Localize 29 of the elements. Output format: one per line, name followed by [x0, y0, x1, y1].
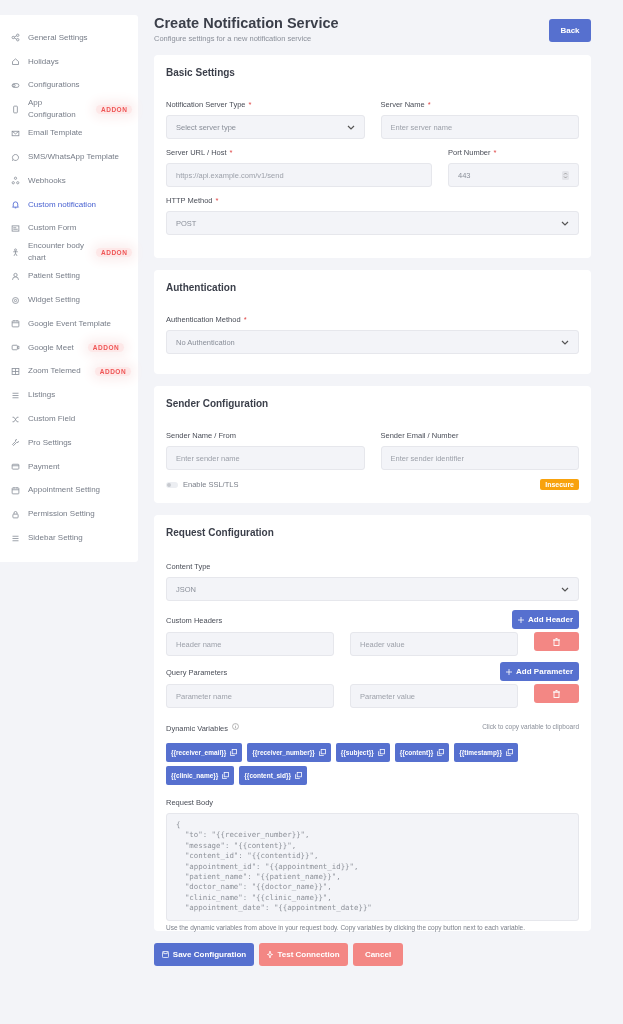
section-title: Sender Configuration: [166, 398, 270, 409]
sidebar-item[interactable]: Google Event Template: [0, 311, 138, 336]
add-header-button[interactable]: Add Header: [512, 610, 579, 629]
sidebar-item[interactable]: Email Template: [0, 121, 138, 146]
sidebar-item[interactable]: Permission Setting: [0, 502, 138, 527]
sidebar-item[interactable]: Holidays: [0, 49, 138, 74]
sidebar-item[interactable]: Configurations: [0, 73, 138, 98]
sidebar-item[interactable]: Custom Form: [0, 216, 138, 241]
add-parameter-button[interactable]: Add Parameter: [500, 662, 579, 681]
sidebar-item[interactable]: Webhooks: [0, 169, 138, 193]
sidebar-item[interactable]: Custom notification: [0, 192, 138, 217]
back-button[interactable]: Back: [549, 19, 591, 42]
section-title: Basic Settings: [166, 67, 236, 78]
sidebar-item[interactable]: Sidebar Setting: [0, 526, 138, 550]
sidebar-item[interactable]: Widget Setting: [0, 288, 138, 312]
page-title: Create Notification Service: [154, 15, 339, 32]
cancel-button[interactable]: Cancel: [353, 942, 403, 966]
sidebar-item[interactable]: Appointment Setting: [0, 478, 138, 503]
sidebar-item[interactable]: Patient Setting: [0, 264, 138, 289]
sidebar-item[interactable]: Listings: [0, 383, 138, 408]
sidebar-item[interactable]: Pro Settings: [0, 430, 138, 455]
sidebar-item[interactable]: SMS/WhatsApp Template: [0, 145, 138, 169]
sidebar-item[interactable]: Custom Field: [0, 407, 138, 431]
section-title: Authentication: [166, 282, 237, 293]
test-connection-button[interactable]: Test Connection: [259, 942, 348, 966]
section-title: Request Configuration: [166, 527, 275, 538]
sidebar-item[interactable]: General Settings: [0, 26, 138, 50]
save-button[interactable]: Save Configuration: [154, 942, 254, 966]
sidebar-item[interactable]: Payment: [0, 454, 138, 479]
